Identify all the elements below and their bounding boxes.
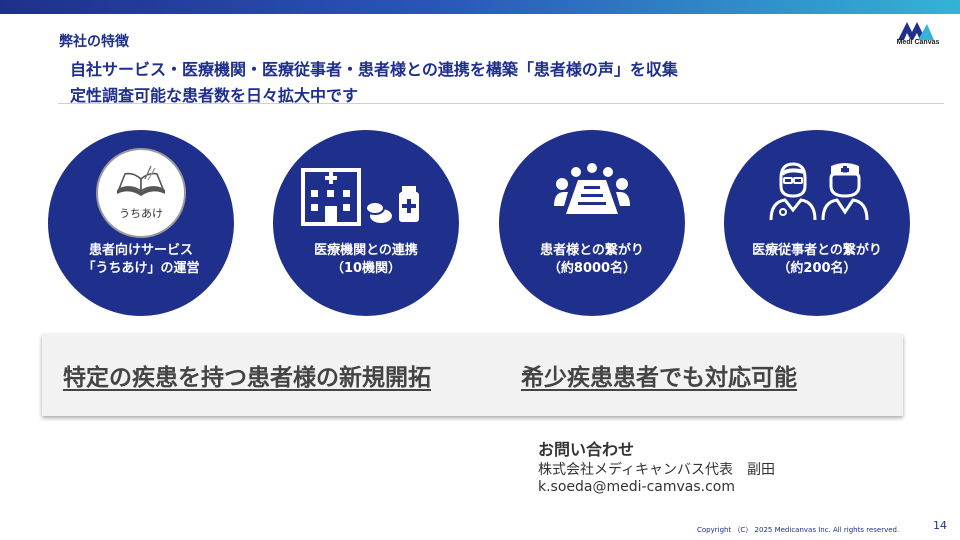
copyright-text: Copyright （C） 2025 Medicanvas Inc. All r…: [697, 526, 900, 534]
hospital-icon: [301, 168, 419, 226]
feature-circle-medical-institutions: 医療機関との連携 （10機関）: [273, 130, 459, 316]
highlight-box: 特定の疾患を持つ患者様の新規開拓 希少疾患患者でも対応可能: [42, 334, 903, 416]
section-label: 弊社の特徴: [59, 34, 129, 50]
header-divider: [58, 103, 944, 104]
doctor-nurse-icon: [769, 162, 869, 221]
uchiake-badge-text: うちあけ: [119, 207, 163, 220]
feature-label-line1: 患者様との繋がり: [540, 243, 644, 258]
page-number: 14: [933, 519, 947, 532]
feature-label-line1: 医療機関との連携: [314, 243, 418, 258]
contact-email[interactable]: k.soeda@medi-camvas.com: [538, 479, 735, 495]
meeting-icon: [554, 163, 630, 214]
highlight-rare-disease: 希少疾患患者でも対応可能: [521, 365, 797, 391]
feature-label-line2: （約200名）: [777, 261, 857, 276]
feature-label-line1: 患者向けサービス: [88, 243, 193, 258]
contact-title: お問い合わせ: [538, 440, 635, 459]
feature-label-line2: （10機関）: [330, 261, 402, 276]
feature-label-line2: 「うちあけ」の運営: [82, 261, 200, 276]
top-gradient-bar: [0, 0, 960, 14]
book-icon: [117, 165, 165, 196]
uchiake-badge: うちあけ: [96, 148, 186, 238]
contact-company: 株式会社メディキャンバス代表 副田: [538, 462, 776, 478]
highlight-new-patients: 特定の疾患を持つ患者様の新規開拓: [63, 365, 431, 391]
feature-circle-patient-service: うちあけ 患者向けサービス 「うちあけ」の運営: [48, 130, 234, 316]
feature-label-line2: （約8000名）: [547, 261, 637, 276]
feature-label-line1: 医療従事者との繋がり: [752, 243, 882, 258]
feature-circle-patients: 患者様との繋がり （約8000名）: [499, 130, 685, 316]
feature-circle-healthcare-workers: 医療従事者との繋がり （約200名）: [724, 130, 910, 316]
logo-text: Medi Canvas: [896, 39, 940, 46]
headline-line-1: 自社サービス・医療機関・医療従事者・患者様との連携を構築「患者様の声」を収集: [70, 60, 678, 79]
